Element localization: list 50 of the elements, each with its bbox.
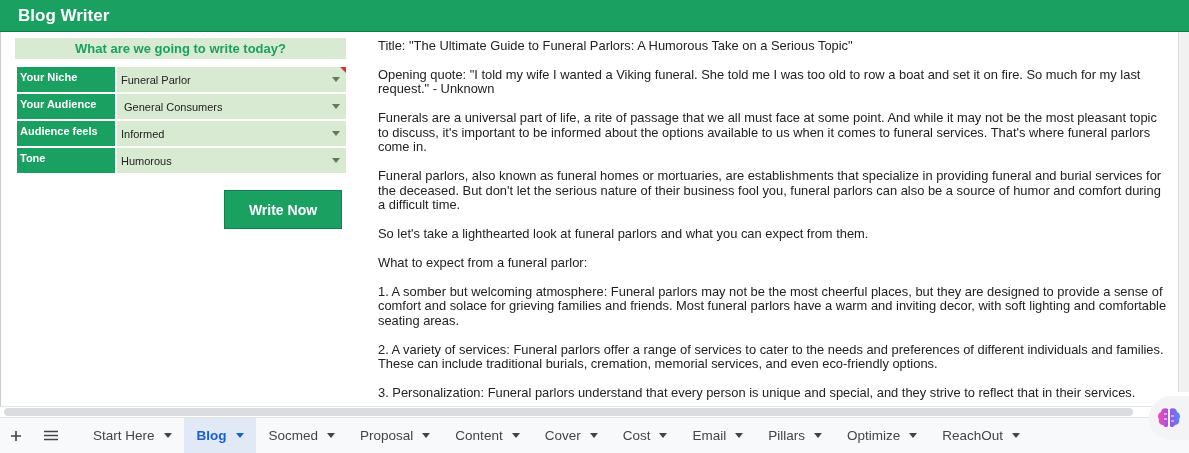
paragraph: 3. Personalization: Funeral parlors understand that every person is unique and special, and they strive to reflect that in their services. <box>378 386 1137 401</box>
caret-icon <box>163 433 172 438</box>
field-label: Your Niche <box>17 67 115 92</box>
dropdown-field[interactable]: Humorous <box>117 148 346 173</box>
form-heading: What are we going to write today? <box>15 38 346 59</box>
caret-icon <box>332 131 340 136</box>
field-label: Your Audience <box>17 94 115 119</box>
field-label: Audience feels <box>17 121 115 146</box>
dropdown-field[interactable]: General Consumers <box>117 94 346 119</box>
paragraph: Funeral parlors, also known as funeral homes or mortuaries, are establishments that specialize in providing funeral and burial services for the deceased. But don't let the serious nature of their business fool you, funeral parlors can also be a source of humor and comfort during a difficult time. <box>378 169 1163 213</box>
sheet-tab[interactable]: Socmed <box>255 418 348 453</box>
paragraph: 1. A somber but welcoming atmosphere: Funeral parlors may not be the most cheerful places, but they are designed to provide a sense of comfort and solace for grieving families and friends. Most funeral parlors have a warm and inviting decor, with soft lighting and comfortable seating areas. <box>378 284 1168 329</box>
menu-icon[interactable] <box>44 430 58 441</box>
paragraph: What to expect from a funeral parlor: <box>378 255 589 271</box>
dropdown-field[interactable]: Informed <box>117 121 346 146</box>
caret-icon <box>332 104 340 109</box>
caret-icon <box>589 433 598 438</box>
sheet-tab[interactable]: Email <box>679 418 756 453</box>
caret-icon <box>909 433 918 438</box>
caret-icon <box>813 433 822 438</box>
caret-icon <box>735 433 744 438</box>
brain-icon[interactable] <box>1156 406 1182 430</box>
horizontal-scrollbar[interactable] <box>4 408 1133 416</box>
caret-icon <box>511 433 520 438</box>
caret-icon <box>327 433 336 438</box>
sheet-tab[interactable]: Start Here <box>80 418 184 453</box>
sheet-tab[interactable]: ReachOut <box>929 418 1033 453</box>
sheet-tab[interactable]: Cover <box>531 418 610 453</box>
caret-icon <box>332 158 340 163</box>
sheet-tab[interactable]: Optimize <box>833 418 930 453</box>
sheet-tab[interactable]: Cost <box>609 418 680 453</box>
sheet-tab[interactable]: Content <box>442 418 532 453</box>
sheet-tab[interactable]: Pillars <box>755 418 834 453</box>
caret-icon <box>235 433 244 438</box>
caret-icon <box>422 433 431 438</box>
paragraph: 2. A variety of services: Funeral parlors offer a range of services to cater to the needs and preferences of different individuals and families. These can include traditional burials, cremation, memorial services, and even eco-friendly options. <box>378 342 1165 372</box>
vertical-scrollbar[interactable] <box>1178 32 1189 392</box>
add-sheet-icon[interactable] <box>10 429 22 442</box>
caret-icon <box>1012 433 1021 438</box>
caret-icon <box>659 433 668 438</box>
paragraph: So let's take a lighthearted look at funeral parlors and what you can expect from them. <box>378 227 870 242</box>
paragraph: Opening quote: "I told my wife I wanted a Viking funeral. She told me I was too old to row a boat and set it on fire. So much for my last request." - Unknown <box>378 67 1142 97</box>
app-title: Blog Writer <box>18 5 110 26</box>
paragraph: Funerals are a universal part of life, a rite of passage that we all must face at some point. And while it may not be the most pleasant topic to discuss, it's important to be informed about the options available to us when it comes to funeral services. That's where funeral parlors come in. <box>378 111 1158 155</box>
caret-icon <box>332 77 340 82</box>
sheet-tab[interactable]: Proposal <box>347 418 443 453</box>
sheet-tab[interactable]: Blog <box>183 418 256 453</box>
dropdown-field[interactable]: Funeral Parlor <box>117 67 346 92</box>
paragraph: Title: "The Ultimate Guide to Funeral Parlors: A Humorous Take on a Serious Topic" <box>378 39 854 54</box>
field-label: Tone <box>17 148 115 173</box>
